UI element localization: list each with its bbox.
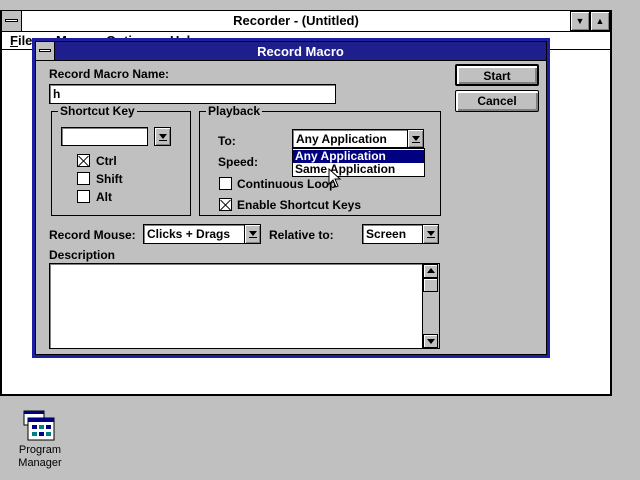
scroll-up-button[interactable] [423, 264, 438, 278]
system-menu-icon[interactable] [2, 11, 22, 31]
arrow-down-icon [427, 339, 435, 344]
chevron-down-icon [159, 134, 167, 139]
ctrl-label: Ctrl [96, 154, 117, 168]
scroll-thumb[interactable] [423, 278, 438, 292]
window-title: Recorder - (Untitled) [233, 13, 359, 28]
start-button[interactable]: Start [455, 64, 539, 86]
dialog-titlebar[interactable]: Record Macro [36, 42, 546, 61]
playback-speed-label: Speed: [218, 155, 259, 169]
playback-group-label: Playback [206, 104, 263, 118]
shift-label: Shift [96, 172, 123, 186]
playback-to-label: To: [218, 134, 236, 148]
chevron-down-icon [249, 231, 257, 236]
macro-name-input[interactable]: h [49, 84, 336, 104]
dialog-body: Record Macro Record Macro Name: h Start … [35, 41, 547, 355]
relative-to-label: Relative to: [269, 228, 334, 242]
maximize-button[interactable]: ▲ [590, 11, 610, 31]
menu-file[interactable]: File [10, 33, 32, 48]
record-mouse-label: Record Mouse: [49, 228, 136, 242]
relative-to-dropdown-button[interactable] [422, 224, 439, 244]
record-mouse-dropdown-button[interactable] [244, 224, 261, 244]
program-manager-label[interactable]: Program Manager [10, 444, 70, 470]
description-label: Description [49, 248, 116, 262]
shift-checkbox[interactable] [77, 172, 90, 185]
shortcut-key-group-label: Shortcut Key [58, 104, 137, 118]
recorder-titlebar[interactable]: Recorder - (Untitled) ▼ ▲ [2, 11, 610, 32]
dialog-system-menu-icon[interactable] [36, 42, 55, 60]
playback-to-options-list[interactable]: Any Application Same Application [292, 148, 425, 177]
ctrl-checkbox[interactable] [77, 154, 90, 167]
arrow-up-icon [427, 268, 435, 273]
program-manager-icon[interactable] [22, 410, 56, 442]
shortcut-key-group: Shortcut Key Ctrl Shift Alt [51, 104, 191, 216]
enable-shortcut-keys-label: Enable Shortcut Keys [237, 198, 362, 212]
cancel-button[interactable]: Cancel [455, 90, 539, 112]
record-macro-dialog: Record Macro Record Macro Name: h Start … [32, 38, 550, 358]
playback-to-select[interactable]: Any Application [292, 129, 408, 148]
continuous-loop-label: Continuous Loop [237, 177, 337, 191]
shortcut-key-input[interactable] [61, 127, 148, 146]
alt-label: Alt [96, 190, 112, 204]
alt-checkbox[interactable] [77, 190, 90, 203]
description-textarea[interactable] [49, 263, 440, 349]
enable-shortcut-keys-checkbox[interactable] [219, 198, 232, 211]
dialog-title: Record Macro [257, 44, 344, 59]
option-same-application[interactable]: Same Application [293, 163, 424, 176]
playback-group: Playback To: Speed: Any Application Cont… [199, 104, 441, 216]
chevron-down-icon [412, 136, 420, 141]
chevron-down-icon [427, 231, 435, 236]
description-scrollbar[interactable] [422, 263, 440, 349]
shortcut-key-dropdown-button[interactable] [154, 127, 171, 146]
relative-to-select[interactable]: Screen [362, 224, 424, 244]
playback-to-dropdown-button[interactable] [407, 129, 424, 148]
mouse-cursor-icon [328, 168, 342, 188]
macro-name-label: Record Macro Name: [49, 67, 170, 81]
continuous-loop-checkbox[interactable] [219, 177, 232, 190]
scroll-down-button[interactable] [423, 334, 438, 348]
minimize-button[interactable]: ▼ [570, 11, 590, 31]
record-mouse-select[interactable]: Clicks + Drags [143, 224, 245, 244]
